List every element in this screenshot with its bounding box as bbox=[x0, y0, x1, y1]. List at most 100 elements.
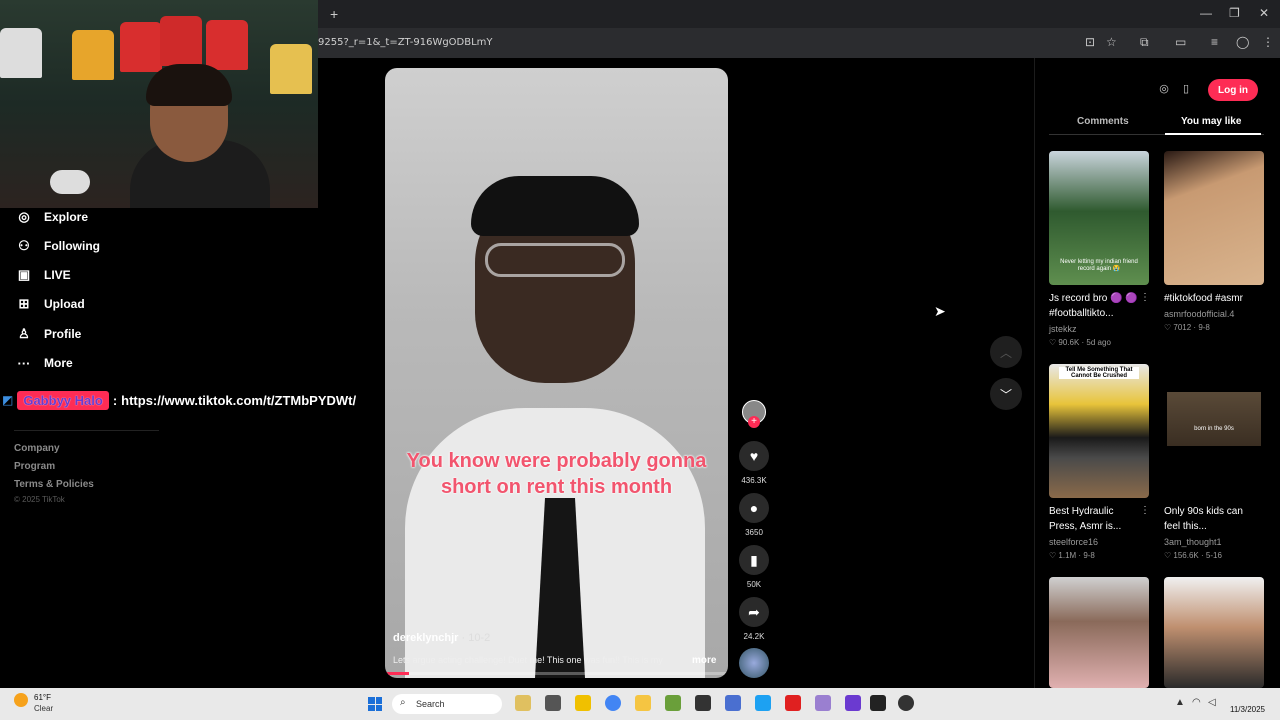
heart-icon: ♥ bbox=[749, 448, 759, 464]
search-icon: ⌕ bbox=[400, 697, 406, 708]
recommendation-title[interactable]: Js record bro 🟣 🟣 #footballtikto... bbox=[1049, 291, 1144, 321]
recommendation-thumbnail[interactable] bbox=[1164, 577, 1264, 688]
shirt-decor bbox=[0, 28, 42, 78]
taskbar-app-icon[interactable] bbox=[898, 695, 914, 711]
taskbar-app-icon[interactable] bbox=[575, 695, 591, 711]
comment-button[interactable]: ● bbox=[739, 493, 769, 523]
taskbar-app-icon[interactable] bbox=[870, 695, 886, 711]
nav-profile[interactable]: ♙ Profile bbox=[16, 324, 81, 344]
recommendation-title[interactable]: #tiktokfood #asmr bbox=[1164, 291, 1259, 306]
weather-temp[interactable]: 61°F bbox=[34, 693, 51, 702]
thumbnail-caption: born in the 90s bbox=[1194, 426, 1234, 432]
nav-explore[interactable]: ◎ Explore bbox=[16, 207, 88, 227]
bookmark-star-icon[interactable]: ☆ bbox=[1106, 35, 1117, 49]
recommendation-author[interactable]: asmrfoodofficial.4 bbox=[1164, 309, 1234, 319]
footer-terms-link[interactable]: Terms & Policies bbox=[14, 479, 94, 490]
close-icon[interactable]: ✕ bbox=[1259, 6, 1269, 20]
recommendation-thumbnail[interactable]: born in the 90s bbox=[1164, 364, 1264, 498]
more-options-icon[interactable]: ⋮ bbox=[1140, 505, 1150, 516]
taskbar-app-icon[interactable] bbox=[515, 695, 531, 711]
extensions-icon[interactable]: ⧉ bbox=[1140, 35, 1149, 50]
wifi-icon[interactable]: ◠ bbox=[1192, 697, 1201, 708]
footer-company-link[interactable]: Company bbox=[14, 443, 60, 454]
recommendation-title[interactable]: Best Hydraulic Press, Asmr is... bbox=[1049, 504, 1144, 534]
like-button[interactable]: ♥ bbox=[739, 441, 769, 471]
save-button[interactable]: ▮ bbox=[739, 545, 769, 575]
comment-icon: ● bbox=[749, 500, 759, 516]
footer-program-link[interactable]: Program bbox=[14, 461, 55, 472]
windows-start-icon[interactable] bbox=[368, 697, 382, 711]
folder-icon[interactable] bbox=[635, 695, 651, 711]
save-count: 50K bbox=[746, 580, 762, 589]
taskbar-app-icon[interactable] bbox=[815, 695, 831, 711]
login-button[interactable]: Log in bbox=[1208, 79, 1258, 101]
chrome-icon[interactable] bbox=[605, 695, 621, 711]
cast-icon[interactable]: ▭ bbox=[1175, 35, 1186, 49]
tab-you-may-like[interactable]: You may like bbox=[1181, 116, 1241, 127]
weather-icon[interactable] bbox=[14, 693, 28, 707]
follow-plus-icon[interactable]: + bbox=[748, 416, 760, 428]
nav-divider bbox=[14, 430, 159, 431]
recommendation-thumbnail[interactable]: Tell Me Something That Cannot Be Crushed bbox=[1049, 364, 1149, 498]
taskbar-app-icon[interactable] bbox=[545, 695, 561, 711]
taskbar-app-icon[interactable] bbox=[845, 695, 861, 711]
compass-icon[interactable]: ◎ bbox=[1155, 82, 1173, 100]
taskbar-app-icon[interactable] bbox=[695, 695, 711, 711]
weather-desc[interactable]: Clear bbox=[34, 704, 53, 713]
video-player[interactable]: You know were probably gonna short on re… bbox=[385, 68, 728, 678]
nav-upload[interactable]: ⊞ Upload bbox=[16, 294, 85, 314]
minimize-icon[interactable]: — bbox=[1200, 6, 1212, 20]
video-progress-bar[interactable] bbox=[385, 672, 728, 675]
music-disc-icon[interactable] bbox=[739, 648, 769, 678]
install-app-icon[interactable]: ⊡ bbox=[1085, 35, 1095, 49]
more-options-icon[interactable]: ⋮ bbox=[1140, 292, 1150, 303]
taskbar-date[interactable]: 11/3/2025 bbox=[1230, 705, 1265, 714]
recommendation-likes: 90.6K bbox=[1058, 338, 1080, 347]
restore-icon[interactable]: ❐ bbox=[1229, 6, 1240, 20]
recommendation-title[interactable]: Only 90s kids can feel this... bbox=[1164, 504, 1259, 534]
account-icon[interactable]: ◯ bbox=[1236, 35, 1249, 49]
taskbar-search[interactable]: Search bbox=[392, 694, 502, 714]
heart-outline-icon: ♡ bbox=[1164, 323, 1174, 332]
nav-live[interactable]: ▣ LIVE bbox=[16, 265, 71, 285]
compass-icon: ◎ bbox=[18, 209, 30, 224]
tab-comments[interactable]: Comments bbox=[1077, 116, 1129, 127]
new-tab-button[interactable]: + bbox=[330, 6, 338, 22]
next-video-button[interactable]: ﹀ bbox=[990, 378, 1022, 410]
previous-video-button[interactable]: ︿ bbox=[990, 336, 1022, 368]
browser-menu-icon[interactable]: ⋮ bbox=[1262, 35, 1274, 49]
video-progress-fill bbox=[385, 672, 409, 675]
taskbar-app-icon[interactable] bbox=[725, 695, 741, 711]
video-subject-glasses bbox=[485, 243, 625, 277]
volume-icon[interactable]: ◁ bbox=[1208, 697, 1216, 708]
recommendation-author[interactable]: 3am_thought1 bbox=[1164, 537, 1222, 547]
recommendation-thumbnail[interactable] bbox=[1049, 577, 1149, 688]
share-button[interactable]: ➦ bbox=[739, 597, 769, 627]
recommendation-thumbnail[interactable] bbox=[1164, 151, 1264, 285]
nav-more[interactable]: ··· More bbox=[16, 353, 73, 373]
stream-chat-overlay: ◩ Gabbyy Halo : https://www.tiktok.com/t… bbox=[2, 389, 356, 411]
recommendation-author[interactable]: steelforce16 bbox=[1049, 537, 1098, 547]
video-author-line[interactable]: dereklynchjr · 10-2 bbox=[393, 632, 490, 644]
recommendation-author[interactable]: jstekkz bbox=[1049, 324, 1077, 334]
video-more-button[interactable]: more bbox=[692, 655, 716, 666]
taskbar-app-icon[interactable] bbox=[665, 695, 681, 711]
thumbnail-caption: Tell Me Something That Cannot Be Crushed bbox=[1059, 367, 1139, 379]
video-subject-hair bbox=[471, 176, 639, 236]
tray-network-icon[interactable]: ▲ bbox=[1175, 697, 1185, 708]
nav-following[interactable]: ⚇ Following bbox=[16, 236, 100, 256]
recommendation-meta: ♡ 1.1M · 9-8 bbox=[1049, 551, 1095, 560]
taskbar-app-icon[interactable] bbox=[755, 695, 771, 711]
address-url[interactable]: 9255?_r=1&_t=ZT-916WgODBLmY bbox=[318, 37, 493, 48]
media-controls-icon[interactable]: ≡ bbox=[1211, 35, 1218, 49]
youtube-icon[interactable] bbox=[785, 695, 801, 711]
like-count: 436.3K bbox=[741, 476, 767, 485]
recommendation-likes: 7012 bbox=[1173, 323, 1192, 332]
recommendation-thumbnail[interactable]: Never letting my indian friend record ag… bbox=[1049, 151, 1149, 285]
profile-icon: ♙ bbox=[18, 326, 30, 341]
chat-icon: ◩ bbox=[2, 393, 14, 407]
shirt-decor bbox=[160, 16, 202, 66]
device-icon[interactable]: ▯ bbox=[1177, 82, 1195, 100]
video-date: · 10-2 bbox=[458, 632, 491, 644]
video-author[interactable]: dereklynchjr bbox=[393, 632, 458, 644]
